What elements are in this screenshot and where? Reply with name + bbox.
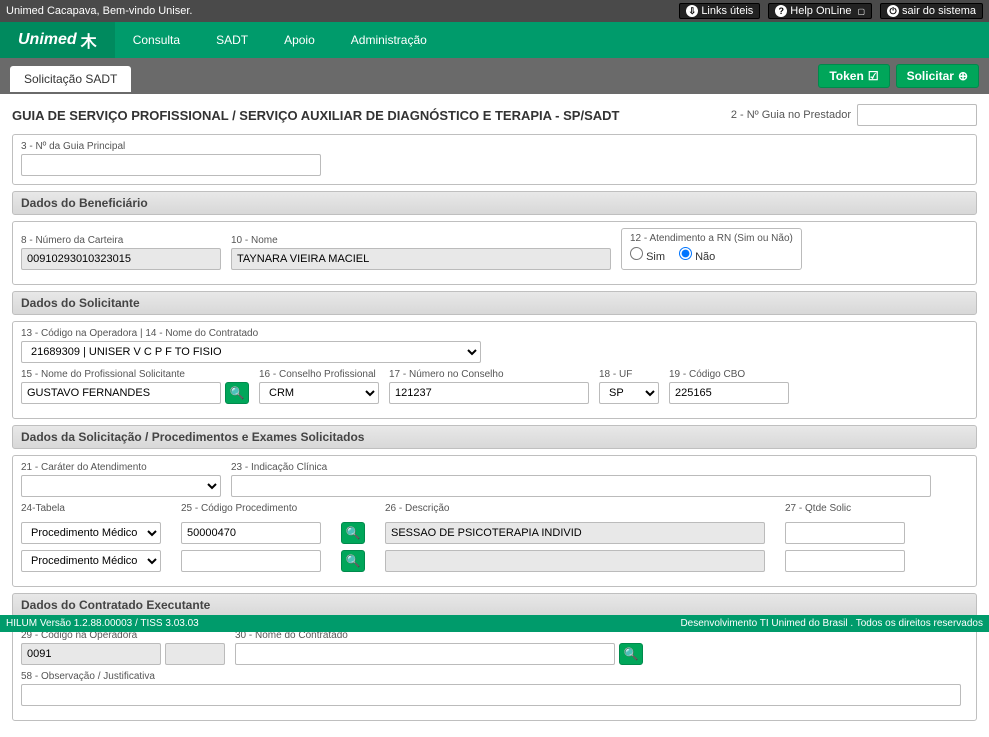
label-nome-benef: 10 - Nome [231,235,611,246]
input-guia-principal[interactable] [21,154,321,176]
nav-administracao[interactable]: Administração [333,22,445,58]
radio-rn-nao[interactable]: Não [679,247,715,263]
input-guia-prestador[interactable] [857,104,977,126]
link-icon: ⇩ [686,5,698,17]
input-codigo-1[interactable] [181,550,321,572]
input-qtde-0[interactable] [785,522,905,544]
label-guia-principal: 3 - Nº da Guia Principal [21,141,968,152]
label-atend-rn: 12 - Atendimento a RN (Sim ou Não) [630,233,793,244]
input-prof-solic[interactable] [21,382,221,404]
label-cbo: 19 - Código CBO [669,369,789,380]
check-icon: ☑ [868,69,879,83]
input-cbo[interactable] [669,382,789,404]
label-indicacao: 23 - Indicação Clínica [231,462,968,473]
section-beneficiario: Dados do Beneficiário [12,191,977,215]
input-num-conselho[interactable] [389,382,589,404]
label-tabela: 24-Tabela [21,503,161,514]
search-icon: 🔍 [346,526,361,540]
links-uteis-button[interactable]: ⇩Links úteis [679,3,760,19]
search-contratado-button[interactable]: 🔍 [619,643,643,665]
input-codigo-0[interactable] [181,522,321,544]
input-indicacao[interactable] [231,475,931,497]
label-cod-operadora-solic: 13 - Código na Operadora | 14 - Nome do … [21,328,968,339]
label-observacao: 58 - Observação / Justificativa [21,671,968,682]
select-uf[interactable]: SP [599,382,659,404]
search-prof-button[interactable]: 🔍 [225,382,249,404]
search-icon: 🔍 [624,647,639,661]
nav-apoio[interactable]: Apoio [266,22,333,58]
label-carater: 21 - Caráter do Atendimento [21,462,221,473]
footer-version: HILUM Versão 1.2.88.00003 / TISS 3.03.03 [6,618,199,629]
input-nome-benef [231,248,611,270]
proc-row: Procedimento Médico 🔍 [21,550,968,572]
input-cod-operadora-exec [21,643,161,665]
radio-rn-sim[interactable]: Sim [630,247,665,263]
logo: Unimed⽊ [0,22,115,58]
nav-sadt[interactable]: SADT [198,22,266,58]
plus-icon: ⊕ [958,69,968,83]
label-conselho: 16 - Conselho Profissional [259,369,379,380]
search-icon: 🔍 [230,386,245,400]
footer-copyright: Desenvolvimento TI Unimed do Brasil . To… [680,618,983,629]
label-num-conselho: 17 - Número no Conselho [389,369,589,380]
label-descricao: 26 - Descrição [385,503,765,514]
power-icon: ⏻ [887,5,899,17]
tree-icon: ⽊ [81,28,97,52]
input-descricao-1 [385,550,765,572]
tab-solicitacao-sadt[interactable]: Solicitação SADT [10,66,131,92]
label-prof-solic: 15 - Nome do Profissional Solicitante [21,369,249,380]
search-proc-0-button[interactable]: 🔍 [341,522,365,544]
select-conselho[interactable]: CRM [259,382,379,404]
help-online-button[interactable]: ?Help OnLine▢ [768,3,872,19]
input-qtde-1[interactable] [785,550,905,572]
sair-button[interactable]: ⏻sair do sistema [880,3,983,19]
label-uf: 18 - UF [599,369,659,380]
label-qtde: 27 - Qtde Solic [785,503,905,514]
input-carteira [21,248,221,270]
help-icon: ? [775,5,787,17]
nav-consulta[interactable]: Consulta [115,22,198,58]
input-nome-contratado-exec[interactable] [235,643,615,665]
label-guia-prestador: 2 - Nº Guia no Prestador [731,109,851,121]
input-cod-operadora-exec-2 [165,643,225,665]
token-button[interactable]: Token ☑ [818,64,889,88]
select-tabela-1[interactable]: Procedimento Médico [21,550,161,572]
select-tabela-0[interactable]: Procedimento Médico [21,522,161,544]
welcome-text: Unimed Cacapava, Bem-vindo Uniser. [6,5,679,17]
label-cod-proc: 25 - Código Procedimento [181,503,321,514]
section-solicitante: Dados do Solicitante [12,291,977,315]
proc-row: Procedimento Médico 🔍 [21,522,968,544]
select-carater[interactable] [21,475,221,497]
label-carteira: 8 - Número da Carteira [21,235,221,246]
input-observacao[interactable] [21,684,961,706]
section-procedimentos: Dados da Solicitação / Procedimentos e E… [12,425,977,449]
section-executante: Dados do Contratado Executante [12,593,977,617]
select-contratado[interactable]: 21689309 | UNISER V C P F TO FISIO [21,341,481,363]
input-descricao-0 [385,522,765,544]
search-icon: 🔍 [346,554,361,568]
page-title: GUIA DE SERVIÇO PROFISSIONAL / SERVIÇO A… [12,108,731,123]
search-proc-1-button[interactable]: 🔍 [341,550,365,572]
solicitar-button[interactable]: Solicitar ⊕ [896,64,979,88]
